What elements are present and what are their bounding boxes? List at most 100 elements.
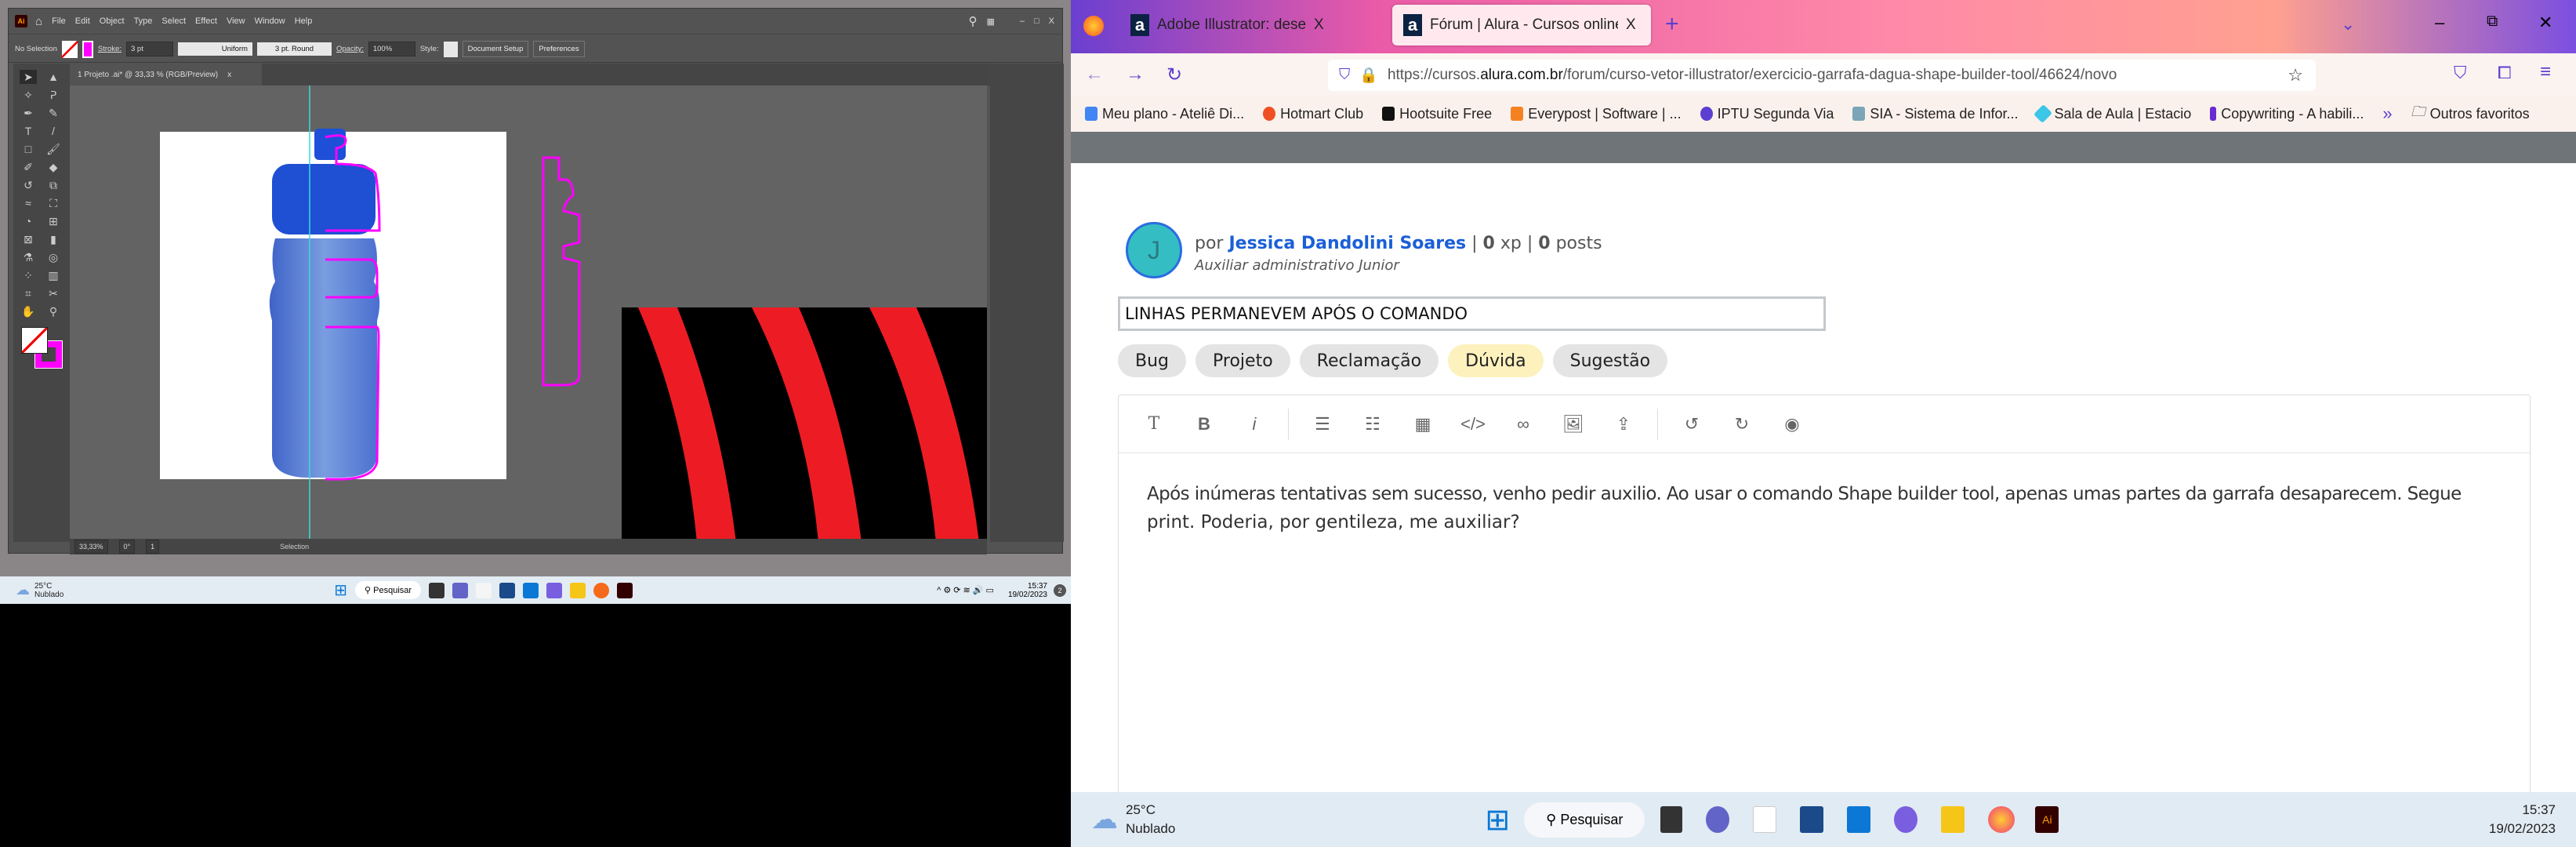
lock-icon[interactable]: 🔒: [1359, 66, 1378, 85]
menu-view[interactable]: View: [225, 16, 247, 26]
artboard-number[interactable]: 1: [146, 540, 160, 554]
redo-icon[interactable]: ↻: [1725, 408, 1758, 441]
store-icon[interactable]: [1800, 806, 1824, 833]
unordered-list-icon[interactable]: ☷: [1356, 408, 1389, 441]
bookmark-item[interactable]: Sala de Aula | Estacio: [2034, 104, 2191, 124]
curvature-tool-icon[interactable]: ✎: [45, 106, 62, 120]
menu-file[interactable]: File: [50, 16, 67, 26]
style-swatch[interactable]: [443, 41, 458, 57]
zoom-level[interactable]: 33,33%: [74, 540, 108, 554]
arrange-icon[interactable]: ▦: [985, 16, 996, 27]
variable-width-profile[interactable]: Uniform: [177, 42, 252, 56]
tag-reclamacao[interactable]: Reclamação: [1299, 344, 1439, 377]
bookmark-item[interactable]: Hootsuite Free: [1382, 106, 1492, 122]
task-view-icon[interactable]: [1660, 806, 1683, 833]
store-icon[interactable]: [499, 582, 516, 598]
maximize-icon[interactable]: □: [1032, 16, 1041, 26]
selection-tool-icon[interactable]: ➤: [20, 70, 37, 84]
artwork[interactable]: [70, 85, 987, 539]
teams-icon[interactable]: [452, 582, 469, 598]
editor-body[interactable]: Após inúmeras tentativas sem sucesso, ve…: [1119, 453, 2530, 563]
rectangle-tool-icon[interactable]: □: [20, 142, 37, 156]
stroke-weight-input[interactable]: 3 pt: [125, 42, 173, 56]
shaper-tool-icon[interactable]: ✐: [20, 160, 37, 174]
document-setup-button[interactable]: Document Setup: [462, 41, 529, 57]
bookmark-item[interactable]: Everypost | Software | ...: [1511, 106, 1682, 122]
menu-window[interactable]: Window: [253, 16, 287, 26]
reload-icon[interactable]: ↻: [1166, 64, 1182, 86]
zoom-tool-icon[interactable]: ⚲: [45, 304, 62, 318]
author-link[interactable]: Jessica Dandolini Soares: [1228, 234, 1466, 253]
shape-builder-tool-icon[interactable]: ◔: [20, 214, 37, 228]
bookmark-item[interactable]: Hotmart Club: [1263, 106, 1363, 122]
tab-illustrator[interactable]: a Adobe Illustrator: desenho veto X: [1119, 5, 1339, 45]
forward-icon[interactable]: →: [1126, 64, 1145, 85]
free-transform-tool-icon[interactable]: ⛶: [45, 196, 62, 210]
url-text[interactable]: https://cursos.alura.com.br/forum/curso-…: [1388, 67, 2117, 84]
opacity-input[interactable]: 100%: [368, 42, 415, 56]
undo-icon[interactable]: ↺: [1675, 408, 1708, 441]
bookmark-item[interactable]: IPTU Segunda Via: [1700, 106, 1834, 122]
menu-edit[interactable]: Edit: [74, 16, 92, 26]
type-tool-icon[interactable]: T: [20, 124, 37, 138]
copilot-icon[interactable]: [546, 582, 563, 598]
brush-definition[interactable]: 3 pt. Round: [256, 42, 332, 56]
column-graph-tool-icon[interactable]: ▥: [45, 268, 62, 282]
eyedropper-tool-icon[interactable]: ⚗: [20, 250, 37, 264]
ordered-list-icon[interactable]: ☰: [1306, 408, 1339, 441]
bookmark-item[interactable]: Meu plano - Ateliê Di...: [1085, 106, 1244, 122]
list-tabs-icon[interactable]: ⌄: [2341, 14, 2355, 35]
perspective-grid-tool-icon[interactable]: ⊞: [45, 214, 62, 228]
search-button[interactable]: ⚲ Pesquisar: [1524, 802, 1645, 838]
menu-type[interactable]: Type: [132, 16, 154, 26]
more-bookmarks-icon[interactable]: »: [2382, 104, 2392, 124]
document-tab[interactable]: 1 Projeto .ai* @ 33,33 % (RGB/Preview) x: [70, 64, 262, 85]
close-icon[interactable]: ✕: [2538, 13, 2552, 33]
paintbrush-tool-icon[interactable]: 🖌: [45, 142, 62, 156]
illustrator-taskbar-icon[interactable]: Ai: [2035, 806, 2059, 833]
pen-tool-icon[interactable]: ✒: [20, 106, 37, 120]
link-icon[interactable]: ∞: [1507, 408, 1540, 441]
canvas[interactable]: [70, 85, 987, 539]
url-bar[interactable]: ⛉ 🔒 https://cursos.alura.com.br/forum/cu…: [1328, 60, 2316, 91]
warp-tool-icon[interactable]: ≈: [20, 196, 37, 210]
preferences-button[interactable]: Preferences: [533, 41, 585, 57]
minimize-icon[interactable]: –: [2435, 13, 2444, 33]
illustrator-taskbar-icon[interactable]: [617, 582, 633, 598]
mail-icon[interactable]: [1847, 806, 1871, 833]
restore-icon[interactable]: ⧉: [2487, 13, 2498, 31]
hand-tool-icon[interactable]: ✋: [20, 304, 37, 318]
tab-close-icon[interactable]: X: [1626, 16, 1636, 34]
menu-help[interactable]: Help: [293, 16, 314, 26]
file-explorer-icon[interactable]: [570, 582, 586, 598]
home-icon[interactable]: ⌂: [34, 15, 44, 28]
close-tab-icon[interactable]: x: [227, 71, 231, 79]
slice-tool-icon[interactable]: ✂: [45, 286, 62, 300]
direct-selection-tool-icon[interactable]: ▲: [45, 70, 62, 84]
magic-wand-tool-icon[interactable]: ✧: [20, 88, 37, 102]
mesh-tool-icon[interactable]: ⊠: [20, 232, 37, 246]
new-tab-button[interactable]: +: [1665, 11, 1679, 38]
bookmark-item[interactable]: SIA - Sistema de Infor...: [1852, 106, 2018, 122]
tracking-shield-icon[interactable]: ⛉: [1339, 67, 1350, 84]
other-bookmarks[interactable]: 🗀 Outros favoritos: [2411, 102, 2530, 125]
notification-badge[interactable]: 2: [1054, 583, 1066, 597]
tag-sugestao[interactable]: Sugestão: [1552, 344, 1668, 377]
eraser-tool-icon[interactable]: ◆: [45, 160, 62, 174]
fill-swatch[interactable]: [61, 40, 78, 58]
preview-eye-icon[interactable]: ◉: [1776, 408, 1809, 441]
topic-title-input[interactable]: [1118, 296, 1826, 331]
image-upload-icon[interactable]: ⇪: [1607, 408, 1640, 441]
search-icon[interactable]: ⚲: [967, 14, 978, 28]
line-tool-icon[interactable]: /: [45, 124, 62, 138]
pocket-icon[interactable]: ⛉: [2454, 63, 2467, 83]
symbol-sprayer-tool-icon[interactable]: ⁘: [20, 268, 37, 282]
tab-close-icon[interactable]: X: [1314, 16, 1324, 34]
rotation-value[interactable]: 0°: [118, 540, 136, 554]
lasso-tool-icon[interactable]: ᕈ: [45, 88, 62, 102]
itunes-icon[interactable]: [1753, 806, 1777, 833]
task-view-icon[interactable]: [429, 582, 445, 598]
gradient-tool-icon[interactable]: ▮: [45, 232, 62, 246]
close-icon[interactable]: X: [1047, 16, 1056, 26]
table-icon[interactable]: ▦: [1406, 408, 1439, 441]
